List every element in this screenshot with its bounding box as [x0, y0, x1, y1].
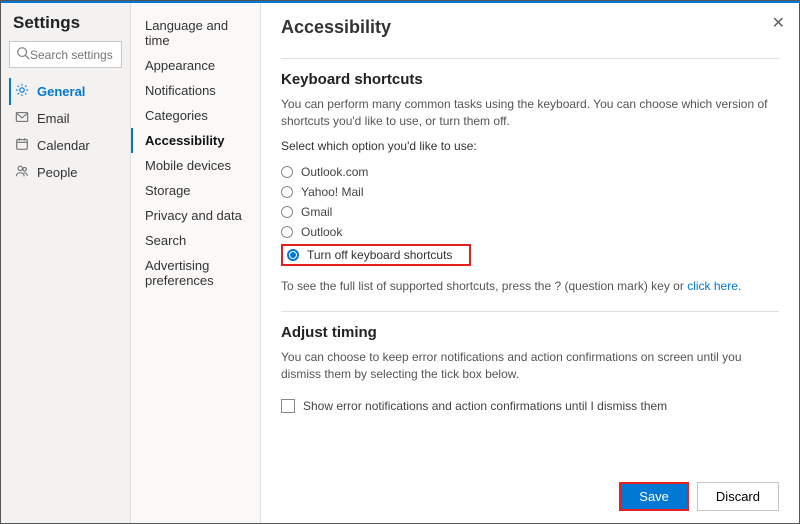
shortcuts-desc: You can perform many common tasks using … [281, 96, 779, 130]
settings-subnav: Language and time Appearance Notificatio… [131, 3, 261, 523]
category-label: Calendar [37, 138, 90, 153]
radio-label: Outlook.com [301, 165, 368, 179]
checkbox-icon [281, 399, 295, 413]
radio-label: Outlook [301, 225, 342, 239]
subnav-categories[interactable]: Categories [131, 103, 260, 128]
discard-button[interactable]: Discard [697, 482, 779, 511]
shortcuts-heading: Keyboard shortcuts [281, 71, 779, 88]
save-button[interactable]: Save [619, 482, 689, 511]
people-icon [15, 164, 31, 181]
search-input[interactable] [30, 48, 115, 62]
settings-content: ✕ Accessibility Keyboard shortcuts You c… [261, 3, 799, 523]
divider [281, 58, 779, 59]
radio-icon [281, 166, 293, 178]
subnav-notifications[interactable]: Notifications [131, 78, 260, 103]
search-box[interactable] [9, 41, 122, 68]
category-email[interactable]: Email [9, 105, 122, 132]
subnav-privacy-data[interactable]: Privacy and data [131, 203, 260, 228]
divider [281, 311, 779, 312]
shortcuts-hint: To see the full list of supported shortc… [281, 278, 779, 295]
radio-label: Turn off keyboard shortcuts [307, 248, 452, 262]
subnav-storage[interactable]: Storage [131, 178, 260, 203]
category-calendar[interactable]: Calendar [9, 132, 122, 159]
category-label: General [37, 84, 85, 99]
shortcuts-hint-link[interactable]: click here [687, 279, 738, 293]
page-title: Accessibility [281, 17, 779, 38]
subnav-search[interactable]: Search [131, 228, 260, 253]
close-icon[interactable]: ✕ [772, 13, 785, 33]
settings-sidebar: Settings General Email Calendar [1, 3, 131, 523]
radio-label: Gmail [301, 205, 332, 219]
timing-checkbox[interactable]: Show error notifications and action conf… [281, 399, 779, 413]
footer-actions: Save Discard [619, 482, 779, 511]
radio-icon [281, 226, 293, 238]
radio-outlook[interactable]: Outlook [281, 222, 779, 242]
shortcuts-prompt: Select which option you'd like to use: [281, 138, 779, 155]
radio-icon [281, 206, 293, 218]
radio-icon [281, 186, 293, 198]
radio-yahoo-mail[interactable]: Yahoo! Mail [281, 182, 779, 202]
subnav-advertising[interactable]: Advertising preferences [131, 253, 260, 293]
radio-gmail[interactable]: Gmail [281, 202, 779, 222]
category-label: Email [37, 111, 70, 126]
category-general[interactable]: General [9, 78, 122, 105]
subnav-mobile-devices[interactable]: Mobile devices [131, 153, 260, 178]
radio-outlook-com[interactable]: Outlook.com [281, 162, 779, 182]
checkbox-label: Show error notifications and action conf… [303, 399, 667, 413]
search-icon [16, 46, 30, 63]
category-label: People [37, 165, 77, 180]
settings-title: Settings [9, 13, 122, 33]
timing-desc: You can choose to keep error notificatio… [281, 349, 779, 383]
calendar-icon [15, 137, 31, 154]
category-people[interactable]: People [9, 159, 122, 186]
radio-label: Yahoo! Mail [301, 185, 363, 199]
mail-icon [15, 110, 31, 127]
subnav-appearance[interactable]: Appearance [131, 53, 260, 78]
subnav-language-time[interactable]: Language and time [131, 13, 260, 53]
gear-icon [15, 83, 31, 100]
radio-icon [287, 249, 299, 261]
subnav-accessibility[interactable]: Accessibility [131, 128, 260, 153]
timing-heading: Adjust timing [281, 324, 779, 341]
radio-turn-off-shortcuts[interactable]: Turn off keyboard shortcuts [281, 244, 471, 266]
